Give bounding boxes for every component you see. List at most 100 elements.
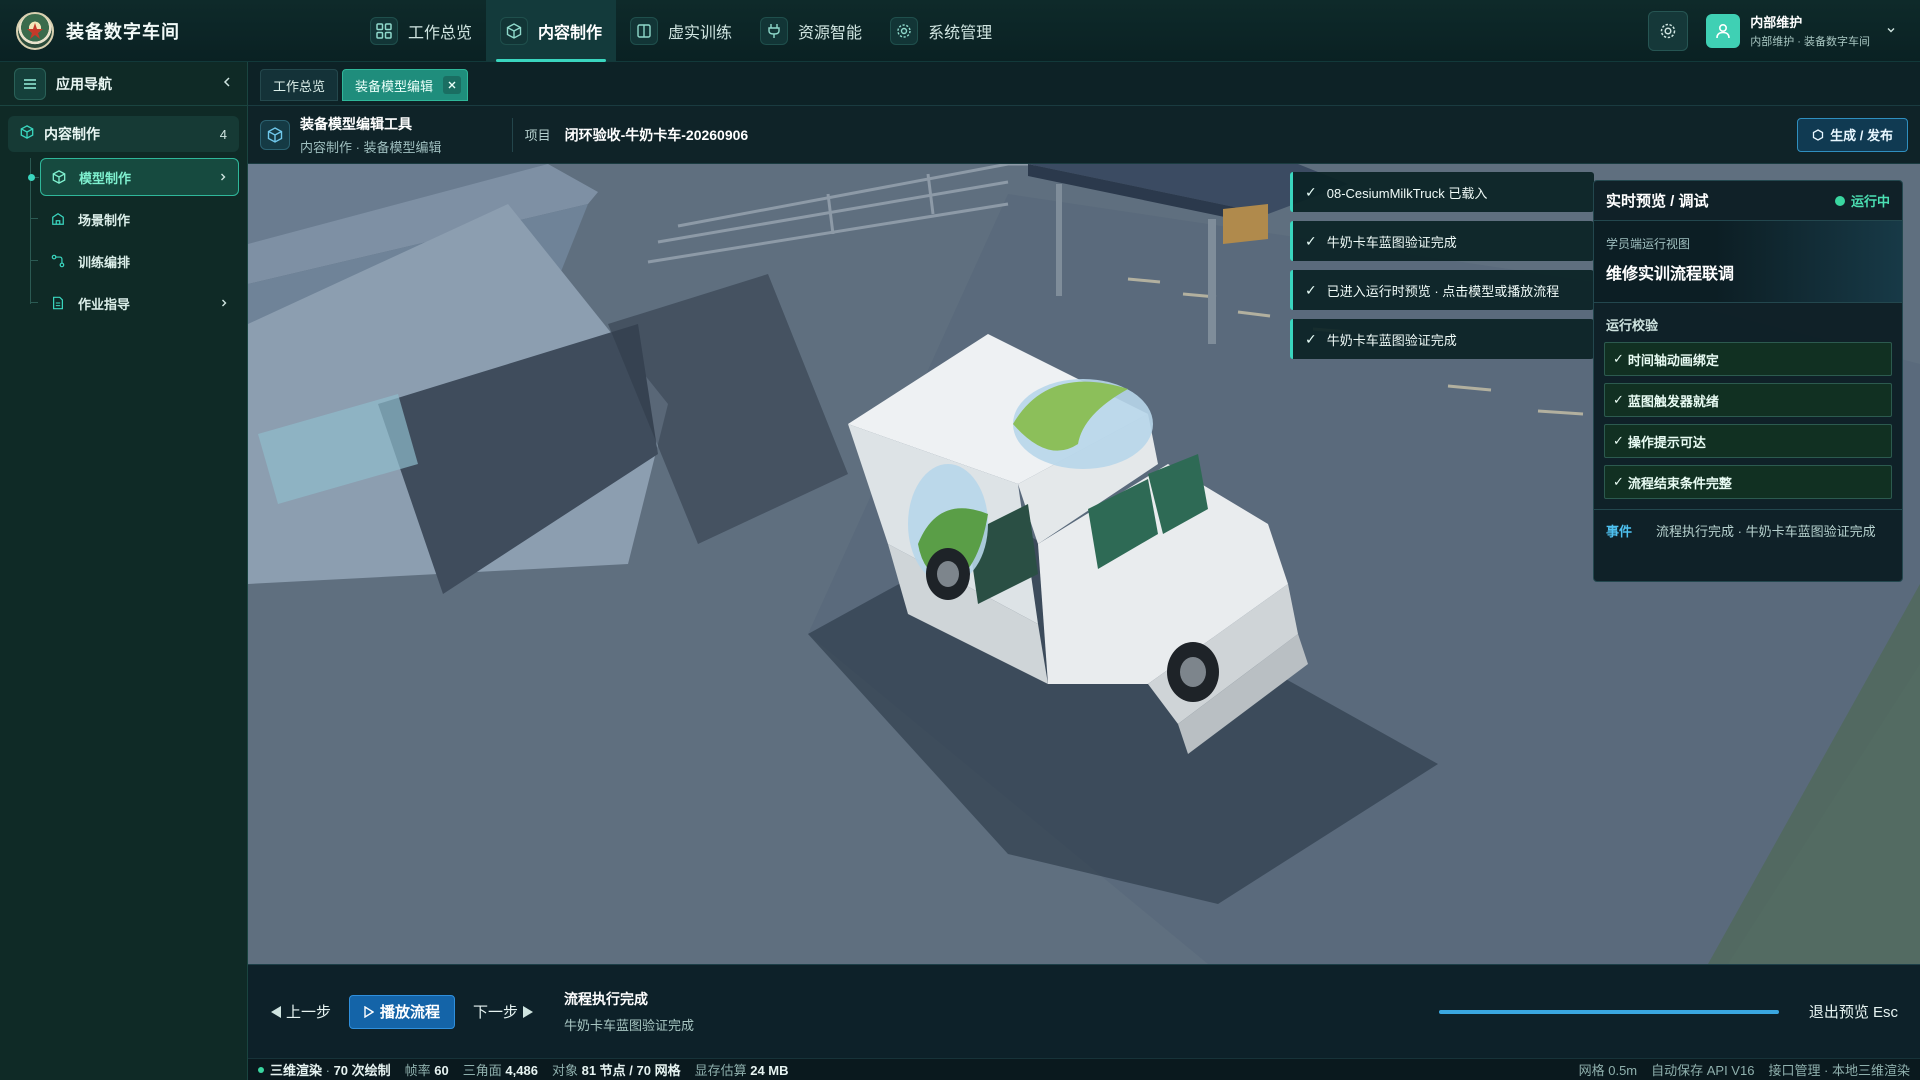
publish-label: 生成 / 发布 xyxy=(1830,128,1893,143)
3d-viewport[interactable]: ✓ 08-CesiumMilkTruck 已载入 ✓ 牛奶卡车蓝图验证完成 ✓ … xyxy=(248,164,1920,964)
emblem-logo xyxy=(16,11,54,50)
event-text: 流程执行完成 · 牛奶卡车蓝图验证完成 xyxy=(1656,524,1876,539)
log-text: 牛奶卡车蓝图验证完成 xyxy=(1326,332,1457,348)
chevron-down-icon xyxy=(1886,22,1896,40)
cube-icon xyxy=(260,119,290,150)
check-item[interactable]: ✓ 流程结束条件完整 xyxy=(1604,465,1892,499)
breadcrumb: 内容制作 · 装备模型编辑 xyxy=(300,139,442,155)
preview-view: 学员端运行视图 维修实训流程联调 xyxy=(1594,221,1902,303)
publish-button[interactable]: 生成 / 发布 xyxy=(1797,117,1908,152)
flow-icon xyxy=(50,253,66,269)
playback-bar: 上一步 播放流程 下一步 流程执行完成 牛奶卡车蓝图验证完成 退出预览 Esc xyxy=(248,964,1920,1058)
check-label: 操作提示可达 xyxy=(1627,434,1706,450)
cube-icon xyxy=(500,16,529,45)
fps-label: 帧率 xyxy=(404,1063,431,1078)
exit-preview-button[interactable]: 退出预览 Esc xyxy=(1809,1001,1898,1022)
chevron-right-icon xyxy=(218,170,228,185)
check-icon: ✓ xyxy=(1305,183,1317,200)
check-icon: ✓ xyxy=(1613,433,1624,448)
app-title: 装备数字车间 xyxy=(66,21,180,42)
topnav-label: 资源智能 xyxy=(798,24,863,42)
log-text: 已进入运行时预览 · 点击模型或播放流程 xyxy=(1326,283,1560,299)
log-item: ✓ 牛奶卡车蓝图验证完成 xyxy=(1290,221,1594,261)
autosave-text: 自动保存 API V16 xyxy=(1651,1063,1755,1078)
sidebar-group-label: 内容制作 xyxy=(44,126,100,142)
log-item: ✓ 08-CesiumMilkTruck 已载入 xyxy=(1290,172,1594,212)
fps-value: 60 xyxy=(434,1063,449,1078)
status-render: 三维渲染 · 70 次绘制 xyxy=(270,1063,391,1078)
tab-label: 工作总览 xyxy=(273,78,326,94)
check-label: 时间轴动画绑定 xyxy=(1627,352,1719,368)
cube-icon xyxy=(51,169,67,185)
log-item: ✓ 牛奶卡车蓝图验证完成 xyxy=(1290,319,1594,359)
prev-step-button[interactable]: 上一步 xyxy=(270,1001,331,1022)
grid-icon xyxy=(370,16,398,45)
topnav-content[interactable]: 内容制作 xyxy=(486,0,617,62)
sidebar-item-guide[interactable]: 作业指导 xyxy=(30,284,239,322)
mem-value: 24 MB xyxy=(750,1063,789,1078)
tab-bar: 工作总览 装备模型编辑 xyxy=(248,62,1920,106)
building-icon xyxy=(50,211,66,227)
status-badge: 运行中 xyxy=(1834,191,1890,210)
preview-title: 实时预览 / 调试 xyxy=(1606,193,1709,210)
chevron-left-icon[interactable] xyxy=(221,75,233,93)
tab-model-edit[interactable]: 装备模型编辑 xyxy=(342,69,469,101)
topnav-overview[interactable]: 工作总览 xyxy=(356,0,486,62)
tri-value: 4,486 xyxy=(505,1063,538,1078)
sidebar-title: 应用导航 xyxy=(56,75,112,92)
render-text: 三维渲染 xyxy=(270,1063,323,1078)
check-label: 蓝图触发器就绪 xyxy=(1627,393,1719,409)
preview-view-subtitle: 学员端运行视图 xyxy=(1606,237,1691,251)
sidebar-item-label: 作业指导 xyxy=(78,296,131,312)
sidebar-item-label: 训练编排 xyxy=(78,254,131,270)
event-label: 事件 xyxy=(1606,524,1633,539)
topnav-label: 虚实训练 xyxy=(668,24,733,42)
tab-label: 装备模型编辑 xyxy=(355,78,434,94)
play-flow-button[interactable]: 播放流程 xyxy=(349,994,456,1029)
book-icon xyxy=(630,16,659,45)
topnav-label: 系统管理 xyxy=(928,24,993,42)
settings-button[interactable] xyxy=(1648,10,1689,51)
sidebar-item-scene[interactable]: 场景制作 xyxy=(30,200,239,238)
triangle-right-icon xyxy=(522,1005,534,1019)
tool-title: 装备模型编辑工具 xyxy=(300,115,412,132)
check-item[interactable]: ✓ 时间轴动画绑定 xyxy=(1604,342,1892,376)
plug-icon xyxy=(760,16,789,45)
topnav-training[interactable]: 虚实训练 xyxy=(616,0,746,62)
check-icon: ✓ xyxy=(1613,392,1624,407)
check-item[interactable]: ✓ 蓝图触发器就绪 xyxy=(1604,383,1892,417)
prev-label: 上一步 xyxy=(286,1004,332,1021)
sidebar-group-count: 4 xyxy=(219,126,227,142)
check-item[interactable]: ✓ 操作提示可达 xyxy=(1604,424,1892,458)
tool-text: 装备模型编辑工具 内容制作 · 装备模型编辑 xyxy=(300,114,442,156)
toolbar: 装备模型编辑工具 内容制作 · 装备模型编辑 项目 闭环验收-牛奶卡车-2026… xyxy=(248,106,1920,164)
mem-label: 显存估算 xyxy=(694,1063,747,1078)
api-text[interactable]: 接口管理 · 本地三维渲染 xyxy=(1768,1060,1910,1079)
sidebar-group-content[interactable]: 内容制作 4 xyxy=(8,116,239,152)
next-label: 下一步 xyxy=(473,1004,519,1021)
hexagon-icon xyxy=(1812,128,1824,141)
play-label: 播放流程 xyxy=(380,1004,441,1021)
user-menu[interactable]: 内部维护 内部维护 · 装备数字车间 xyxy=(1706,12,1896,49)
playback-info: 流程执行完成 牛奶卡车蓝图验证完成 xyxy=(564,989,694,1034)
next-step-button[interactable]: 下一步 xyxy=(473,1001,534,1022)
status-text: 运行中 xyxy=(1850,194,1890,209)
topnav-system[interactable]: 系统管理 xyxy=(876,0,1006,62)
sidebar-item-training[interactable]: 训练编排 xyxy=(30,242,239,280)
topbar-right: 内部维护 内部维护 · 装备数字车间 xyxy=(1648,10,1920,51)
menu-button[interactable] xyxy=(14,67,46,100)
project-value: 闭环验收-牛奶卡车-20260906 xyxy=(564,126,749,143)
check-icon: ✓ xyxy=(1613,351,1624,366)
sidebar-item-model[interactable]: 模型制作 xyxy=(28,158,239,196)
log-item: ✓ 已进入运行时预览 · 点击模型或播放流程 xyxy=(1290,270,1594,310)
topnav-resources[interactable]: 资源智能 xyxy=(746,0,876,62)
log-text: 牛奶卡车蓝图验证完成 xyxy=(1326,234,1457,250)
progress-bar[interactable] xyxy=(1438,1009,1779,1014)
user-icon xyxy=(1716,23,1731,38)
playback-info-subtitle: 牛奶卡车蓝图验证完成 xyxy=(564,1018,695,1033)
sidebar-item-label: 模型制作 xyxy=(79,170,132,186)
close-icon[interactable] xyxy=(443,76,462,94)
cube-icon xyxy=(20,124,34,144)
checks-title: 运行校验 xyxy=(1606,318,1659,333)
tab-overview[interactable]: 工作总览 xyxy=(260,69,339,101)
